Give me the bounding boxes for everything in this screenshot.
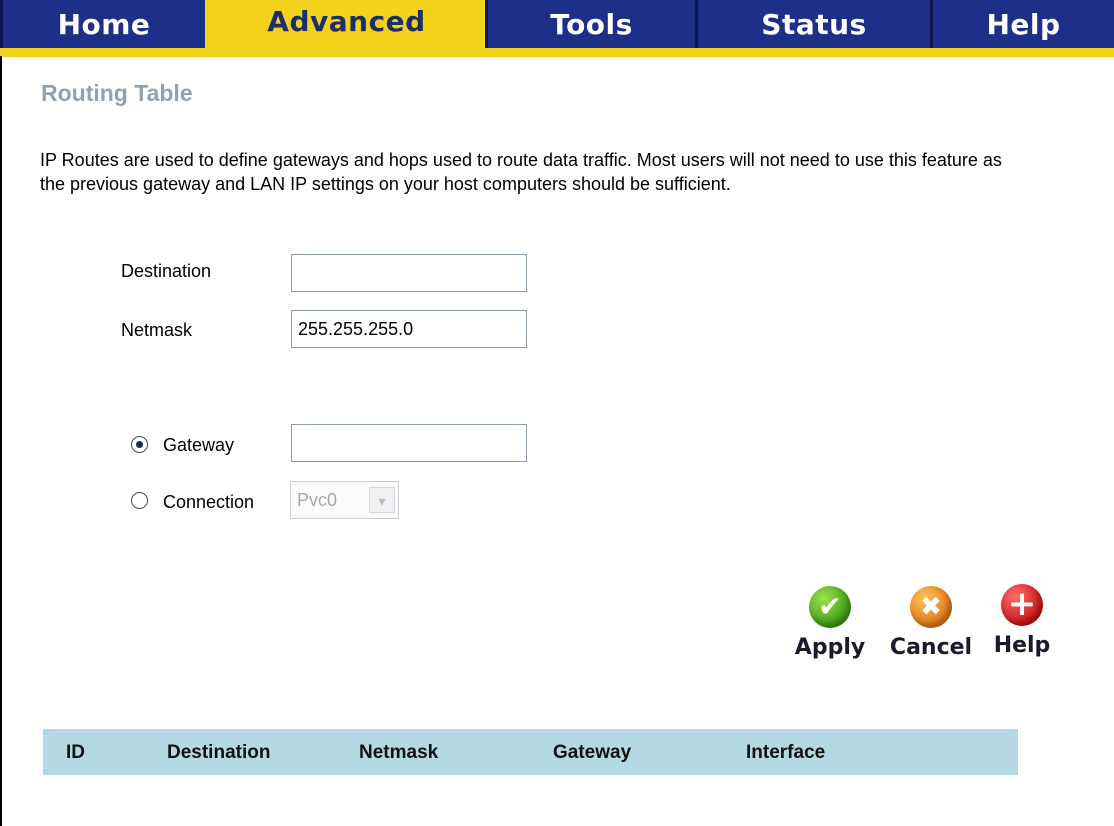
tab-help[interactable]: Help	[930, 0, 1114, 48]
column-header-netmask: Netmask	[359, 742, 439, 763]
gateway-radio[interactable]	[131, 436, 148, 453]
netmask-label: Netmask	[121, 320, 193, 340]
routing-table-header: ID Destination Netmask Gateway Interface	[43, 729, 1018, 775]
page-border	[0, 56, 2, 826]
cancel-button[interactable]: ✖ Cancel	[884, 586, 978, 660]
connection-label: Connection	[163, 492, 255, 512]
gateway-label: Gateway	[163, 435, 235, 455]
destination-label: Destination	[121, 261, 212, 281]
close-icon: ✖	[910, 586, 952, 628]
netmask-input[interactable]	[291, 310, 527, 348]
cancel-label: Cancel	[889, 635, 973, 660]
connection-radio[interactable]	[131, 492, 148, 509]
help-button[interactable]: + Help	[990, 584, 1054, 658]
top-nav: Home Advanced Tools Status Help	[0, 0, 1114, 57]
help-label: Help	[993, 633, 1051, 658]
gateway-input[interactable]	[291, 424, 527, 462]
tab-home[interactable]: Home	[0, 0, 205, 48]
tab-tools[interactable]: Tools	[485, 0, 695, 48]
column-header-gateway: Gateway	[553, 742, 632, 763]
plus-icon: +	[1001, 584, 1043, 626]
column-header-destination: Destination	[167, 742, 271, 763]
apply-button[interactable]: ✔ Apply	[790, 586, 870, 660]
checkmark-icon: ✔	[809, 586, 851, 628]
connection-select[interactable]: Pvc0 ▾	[290, 481, 399, 519]
tab-advanced[interactable]: Advanced	[205, 0, 485, 48]
page-description: IP Routes are used to define gateways an…	[40, 150, 1002, 194]
destination-input[interactable]	[291, 254, 527, 292]
tab-status[interactable]: Status	[695, 0, 930, 48]
apply-label: Apply	[794, 635, 866, 660]
column-header-interface: Interface	[746, 742, 826, 763]
page-title: Routing Table	[41, 80, 193, 106]
column-header-id: ID	[66, 742, 85, 763]
connection-select-value: Pvc0	[297, 490, 338, 510]
chevron-down-icon[interactable]: ▾	[369, 487, 395, 513]
nav-underline	[0, 48, 1114, 57]
